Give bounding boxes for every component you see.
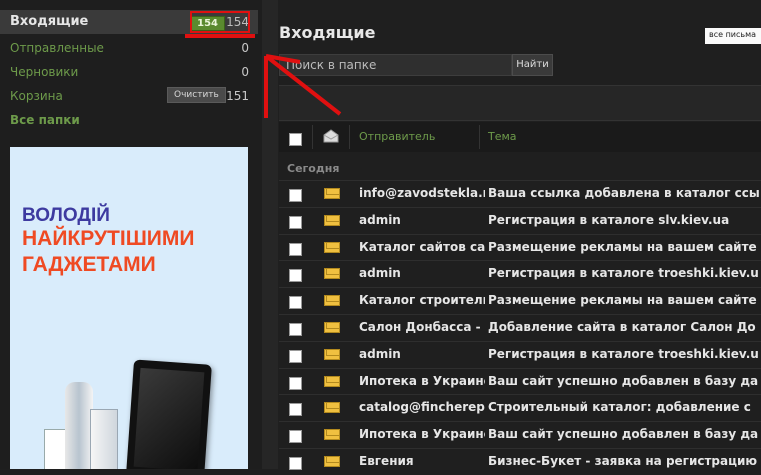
- ad-headline-3: ГАДЖЕТАМИ: [22, 253, 156, 276]
- message-sender[interactable]: catalog@fincherep: [359, 400, 485, 414]
- message-sender[interactable]: Ипотека в Украине: [359, 374, 485, 388]
- group-label-today: Сегодня: [287, 162, 340, 175]
- message-sender[interactable]: Каталог строитель: [359, 293, 485, 307]
- message-checkbox[interactable]: [289, 430, 302, 444]
- page-title: Входящие: [279, 23, 376, 42]
- envelope-open-icon: [323, 129, 339, 143]
- message-sender[interactable]: info@zavodstekla.r: [359, 186, 485, 200]
- message-sender[interactable]: Каталог сайтов сат: [359, 240, 485, 254]
- message-sender[interactable]: Салон Донбасса - !: [359, 320, 485, 334]
- message-row[interactable]: admin Регистрация в каталоге troeshki.kie…: [279, 340, 761, 368]
- message-row[interactable]: Каталог сайтов сат Размещение рекламы на …: [279, 233, 761, 261]
- filter-select[interactable]: все письма: [705, 28, 761, 44]
- folder-drafts[interactable]: Черновики 0: [0, 60, 258, 84]
- message-row[interactable]: Каталог строитель Размещение рекламы на в…: [279, 287, 761, 314]
- folder-inbox-label: Входящие: [10, 14, 89, 29]
- envelope-icon: [324, 456, 340, 467]
- message-checkbox[interactable]: [289, 349, 302, 363]
- message-row[interactable]: Ипотека в Украине Ваш сайт успешно добавл…: [279, 367, 761, 395]
- message-row[interactable]: catalog@fincherep Строительный каталог: д…: [279, 394, 761, 421]
- message-subject[interactable]: Размещение рекламы на вашем сайте: [488, 240, 760, 254]
- ad-headline-2: НАЙКРУТІШИМИ: [22, 227, 195, 250]
- message-subject[interactable]: Ваш сайт успешно добавлен в базу да: [488, 374, 760, 388]
- message-subject[interactable]: Строительный каталог: добавление с: [488, 400, 760, 414]
- envelope-icon: [324, 268, 340, 280]
- message-subject[interactable]: Размещение рекламы на вашем сайте: [488, 293, 760, 307]
- message-checkbox[interactable]: [289, 269, 302, 283]
- message-row[interactable]: Евгения Бизнес-Букет - заявка на регистра…: [279, 448, 761, 475]
- search-button[interactable]: Найти: [512, 54, 553, 76]
- message-row[interactable]: Салон Донбасса - ! Добавление сайта в кат…: [279, 314, 761, 341]
- message-subject[interactable]: Регистрация в каталоге troeshki.kiev.u: [488, 347, 760, 361]
- ad-headline-1: ВОЛОДІЙ: [22, 205, 110, 226]
- message-subject[interactable]: Добавление сайта в каталог Салон До: [488, 320, 760, 334]
- message-sender[interactable]: Ипотека в Украине: [359, 427, 485, 441]
- message-checkbox[interactable]: [289, 323, 302, 336]
- message-subject[interactable]: Регистрация в каталоге slv.kiev.ua: [488, 213, 760, 227]
- envelope-icon: [324, 295, 340, 307]
- folder-sent-label: Отправленные: [10, 41, 104, 55]
- message-row[interactable]: admin Регистрация в каталоге slv.kiev.ua: [279, 206, 761, 234]
- folder-drafts-count: 0: [241, 65, 249, 79]
- message-checkbox[interactable]: [289, 296, 302, 310]
- clear-trash-button[interactable]: Очистить: [167, 87, 226, 103]
- message-subject[interactable]: Ваш сайт успешно добавлен в базу да: [488, 427, 760, 441]
- message-checkbox[interactable]: [289, 376, 302, 390]
- column-sender[interactable]: Отправитель: [359, 130, 435, 143]
- message-sender[interactable]: admin: [359, 213, 485, 227]
- folder-sent[interactable]: Отправленные 0: [0, 36, 258, 60]
- toolbar: [279, 85, 761, 121]
- envelope-icon: [324, 214, 340, 226]
- folder-trash-count: 151: [226, 89, 249, 103]
- message-sender[interactable]: admin: [359, 266, 485, 280]
- sidebar: Входящие 154 154 Отправленные 0 Черновик…: [0, 0, 262, 469]
- search-input[interactable]: Поиск в папке: [279, 54, 512, 76]
- message-row[interactable]: Ипотека в Украине Ваш сайт успешно добавл…: [279, 421, 761, 448]
- envelope-icon: [324, 188, 340, 199]
- annotation-underline: [185, 34, 255, 38]
- sidebar-divider: [262, 0, 278, 469]
- advertisement-banner[interactable]: ВОЛОДІЙ НАЙКРУТІШИМИ ГАДЖЕТАМИ: [10, 147, 248, 469]
- message-checkbox[interactable]: [289, 215, 302, 229]
- message-checkbox[interactable]: [289, 403, 302, 417]
- all-folders-label: Все папки: [10, 113, 80, 127]
- folder-trash[interactable]: Корзина Очистить 151: [0, 84, 258, 108]
- envelope-icon: [324, 429, 340, 441]
- message-checkbox[interactable]: [289, 189, 302, 202]
- folder-sent-count: 0: [241, 41, 249, 55]
- envelope-icon: [324, 402, 340, 414]
- message-list-header: Отправитель Тема: [279, 122, 761, 152]
- message-checkbox[interactable]: [289, 242, 302, 256]
- message-checkbox[interactable]: [289, 457, 302, 470]
- envelope-icon: [324, 348, 340, 360]
- message-row[interactable]: info@zavodstekla.r Ваша ссылка добавлена …: [279, 180, 761, 207]
- folder-trash-label: Корзина: [10, 89, 63, 103]
- ad-product-bottle: [65, 382, 93, 469]
- column-subject[interactable]: Тема: [488, 130, 517, 143]
- select-all-checkbox[interactable]: [289, 133, 302, 146]
- all-folders-link[interactable]: Все папки: [0, 108, 258, 132]
- message-row[interactable]: admin Регистрация в каталоге troeshki.kie…: [279, 260, 761, 287]
- message-subject[interactable]: Ваша ссылка добавлена в каталог ссы: [488, 186, 760, 200]
- envelope-icon: [324, 375, 340, 387]
- folder-drafts-label: Черновики: [10, 65, 79, 79]
- message-sender[interactable]: Евгения: [359, 454, 485, 468]
- envelope-icon: [324, 322, 340, 333]
- envelope-icon: [324, 241, 340, 253]
- message-subject[interactable]: Бизнес-Букет - заявка на регистрацию: [488, 454, 760, 468]
- annotation-highlight-box: [190, 11, 250, 33]
- ad-tablet-image: [126, 359, 212, 469]
- message-sender[interactable]: admin: [359, 347, 485, 361]
- message-subject[interactable]: Регистрация в каталоге troeshki.kiev.u: [488, 266, 760, 280]
- ad-product-tube: [90, 409, 118, 469]
